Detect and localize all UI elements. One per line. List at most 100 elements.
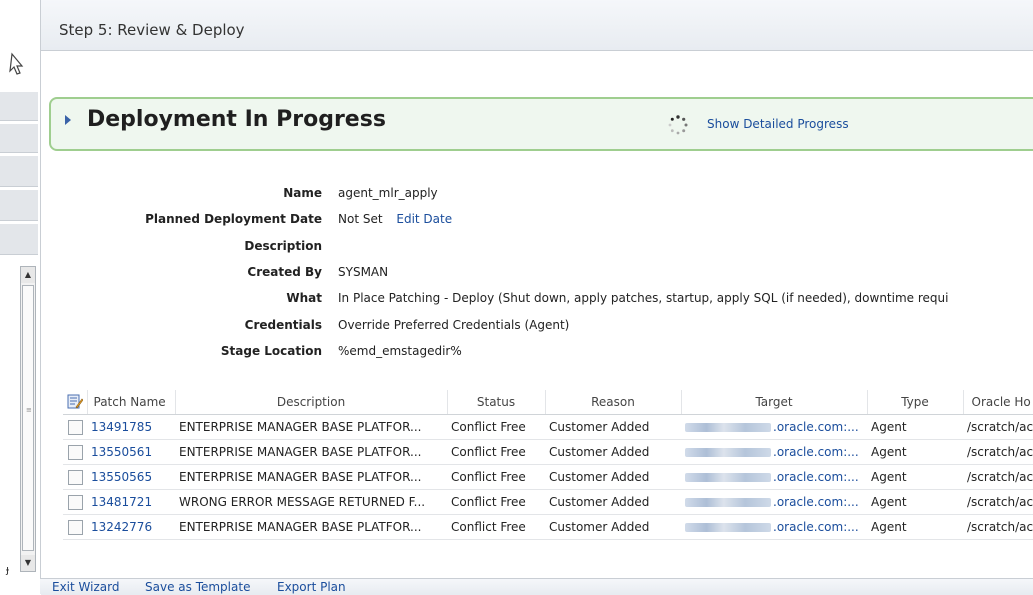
save-as-template-link[interactable]: Save as Template [145,580,250,594]
show-detailed-progress-link[interactable]: Show Detailed Progress [707,117,849,131]
patch-status: Conflict Free [447,464,545,490]
scroll-thumb[interactable]: ≡ [22,285,34,551]
patch-name-link[interactable]: 13550565 [91,470,152,484]
table-row[interactable]: 13491785 ENTERPRISE MANAGER BASE PLATFOR… [63,414,1033,440]
wizard-header: Step 5: Review & Deploy [41,0,1033,51]
edit-date-link[interactable]: Edit Date [396,212,452,226]
loading-spinner-icon [668,115,688,135]
credentials-row: Credentials [41,318,322,334]
patch-description: ENTERPRISE MANAGER BASE PLATFOR... [175,514,447,540]
patch-type: Agent [867,414,963,440]
patches-table: Patch Name Description Status Reason Tar… [63,390,1033,540]
scroll-down-button[interactable]: ▼ [21,555,35,571]
wizard-window: Step 5: Review & Deploy Deployment In Pr… [40,0,1033,595]
page-title: Step 5: Review & Deploy [59,21,245,39]
patch-oracle-home: /scratch/ac [963,439,1033,465]
edit-columns-icon[interactable] [67,394,83,410]
patch-name-link[interactable]: 13242776 [91,520,152,534]
patch-name-link[interactable]: 13491785 [91,420,152,434]
what-label: What [286,291,322,305]
row-select-cell[interactable] [63,439,87,465]
patch-target-cell[interactable]: .oracle.com:... [681,489,867,515]
what-value-wrap: In Place Patching - Deploy (Shut down, a… [338,291,994,307]
column-header-patch-name[interactable]: Patch Name [87,390,176,415]
patch-type: Agent [867,514,963,540]
table-row[interactable]: 13550561 ENTERPRISE MANAGER BASE PLATFOR… [63,439,1033,465]
patch-target[interactable]: .oracle.com:... [773,445,859,459]
patch-target[interactable]: .oracle.com:... [773,420,859,434]
patch-description: ENTERPRISE MANAGER BASE PLATFOR... [175,464,447,490]
redacted-host [685,523,771,532]
planned-date-value: Not Set [338,212,383,226]
patch-status: Conflict Free [447,514,545,540]
edit-columns-header[interactable] [63,390,88,415]
column-header-status[interactable]: Status [447,390,546,415]
column-header-reason[interactable]: Reason [545,390,682,415]
deployment-status-panel: Deployment In Progress Show Detailed Pro… [49,97,1033,151]
patch-target-cell[interactable]: .oracle.com:... [681,439,867,465]
patches-table-wrap: Patch Name Description Status Reason Tar… [63,390,1033,540]
credentials-value: Override Preferred Credentials (Agent) [338,318,570,332]
patch-target[interactable]: .oracle.com:... [773,495,859,509]
patch-oracle-home: /scratch/ac [963,414,1033,440]
date-value-wrap: Not Set Edit Date [338,212,452,228]
table-row[interactable]: 13481721 WRONG ERROR MESSAGE RETURNED F.… [63,489,1033,515]
exit-wizard-link[interactable]: Exit Wizard [52,580,119,594]
patch-type: Agent [867,439,963,465]
name-value: agent_mlr_apply [338,186,438,200]
export-plan-link[interactable]: Export Plan [277,580,346,594]
scroll-up-button[interactable]: ▲ [21,267,35,283]
name-row: Name [41,186,322,202]
row-select-cell[interactable] [63,414,87,440]
column-header-type[interactable]: Type [867,390,964,415]
stage-location-row: Stage Location [41,344,322,360]
row-checkbox[interactable] [67,419,83,435]
patch-reason: Customer Added [545,439,681,465]
patch-target[interactable]: .oracle.com:... [773,520,859,534]
row-select-cell[interactable] [63,489,87,515]
patch-target[interactable]: .oracle.com:... [773,470,859,484]
left-panel-glyph: ɟ [6,563,10,576]
created-by-row: Created By [41,265,322,281]
patch-target-cell[interactable]: .oracle.com:... [681,514,867,540]
row-checkbox[interactable] [67,469,83,485]
left-strip [0,156,38,187]
left-strip [0,190,38,221]
column-header-description[interactable]: Description [175,390,448,415]
patch-target-cell[interactable]: .oracle.com:... [681,464,867,490]
redacted-host [685,498,771,507]
patch-description: ENTERPRISE MANAGER BASE PLATFOR... [175,414,447,440]
patch-oracle-home: /scratch/ac [963,489,1033,515]
patch-name-link[interactable]: 13550561 [91,445,152,459]
patch-oracle-home: /scratch/ac [963,464,1033,490]
patch-oracle-home: /scratch/ac [963,514,1033,540]
row-checkbox[interactable] [67,494,83,510]
what-row: What [41,291,322,307]
patch-type: Agent [867,464,963,490]
table-row[interactable]: 13550565 ENTERPRISE MANAGER BASE PLATFOR… [63,464,1033,490]
row-checkbox[interactable] [67,519,83,535]
triangle-right-icon[interactable] [65,115,71,125]
left-panel: ▲ ≡ ▼ ɟ [0,0,38,594]
column-header-oracle-home[interactable]: Oracle Ho [963,390,1033,415]
row-checkbox[interactable] [67,444,83,460]
patch-status: Conflict Free [447,439,545,465]
date-row: Planned Deployment Date [41,212,322,228]
created-by-value: SYSMAN [338,265,389,279]
left-scrollbar[interactable]: ▲ ≡ ▼ [20,266,36,572]
deployment-status-title: Deployment In Progress [87,107,386,132]
patch-type: Agent [867,489,963,515]
mouse-pointer-icon [9,52,24,75]
credentials-label: Credentials [244,318,322,332]
row-select-cell[interactable] [63,514,87,540]
stage-location-label: Stage Location [220,344,322,358]
row-select-cell[interactable] [63,464,87,490]
patch-target-cell[interactable]: .oracle.com:... [681,414,867,440]
column-header-target[interactable]: Target [681,390,868,415]
what-value: In Place Patching - Deploy (Shut down, a… [338,291,949,305]
table-row[interactable]: 13242776 ENTERPRISE MANAGER BASE PLATFOR… [63,514,1033,540]
wizard-action-bar: Exit Wizard Save as Template Export Plan [40,578,1033,594]
patch-name-link[interactable]: 13481721 [91,495,152,509]
name-label: Name [283,186,322,200]
left-strip [0,124,38,153]
